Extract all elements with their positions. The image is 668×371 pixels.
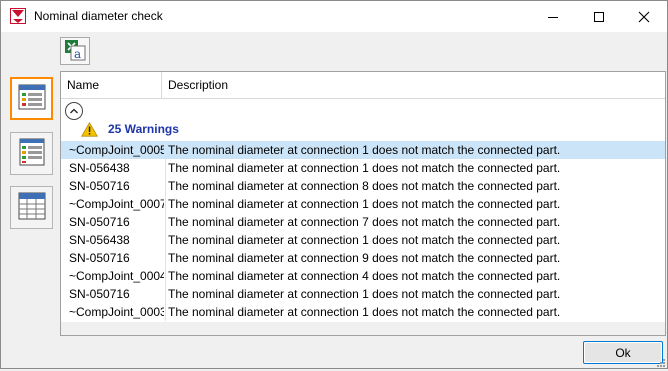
table-view-icon [17, 191, 47, 224]
svg-text:a: a [74, 47, 81, 61]
column-divider [165, 141, 166, 159]
column-header-name[interactable]: Name [61, 72, 161, 99]
dialog-window: Nominal diameter check a Name Descriptio… [0, 0, 668, 369]
row-name-cell: SN-050716 [69, 251, 130, 265]
list-view-icon [18, 138, 46, 169]
row-name-cell: SN-056438 [69, 161, 130, 175]
minimize-button[interactable] [530, 1, 576, 32]
warning-icon [81, 122, 98, 137]
table-row[interactable]: ~CompJoint_0007 The nominal diameter at c… [61, 195, 665, 213]
chevron-up-icon [69, 104, 79, 118]
window-title: Nominal diameter check [34, 9, 163, 23]
title-bar[interactable]: Nominal diameter check [1, 1, 667, 32]
excel-export-button[interactable]: a [60, 37, 90, 65]
column-divider [165, 231, 166, 249]
row-name-cell: ~CompJoint_0003 [69, 305, 164, 319]
maximize-icon [593, 11, 605, 23]
table-row[interactable]: SN-056438 The nominal diameter at connect… [61, 231, 665, 249]
table-row[interactable]: SN-056438 The nominal diameter at connect… [61, 159, 665, 177]
row-description-cell: The nominal diameter at connection 7 doe… [168, 215, 561, 229]
grid-header: Name Description [61, 72, 665, 99]
warnings-group-row[interactable]: 25 Warnings [61, 121, 665, 139]
tree-list-view-icon [18, 84, 46, 113]
column-header-description[interactable]: Description [161, 72, 665, 99]
close-icon [638, 11, 650, 23]
collapse-row [61, 101, 665, 121]
results-list: ~CompJoint_0005 The nominal diameter at c… [61, 141, 665, 321]
row-name-cell: SN-050716 [69, 287, 130, 301]
app-icon [10, 8, 26, 24]
horizontal-scrollbar[interactable] [61, 322, 665, 335]
table-row[interactable]: SN-050716 The nominal diameter at connect… [61, 285, 665, 303]
resize-grip-icon[interactable] [656, 357, 666, 367]
row-name-cell: ~CompJoint_0004 [69, 269, 164, 283]
column-divider [165, 159, 166, 177]
column-divider [165, 177, 166, 195]
row-description-cell: The nominal diameter at connection 9 doe… [168, 251, 561, 265]
table-row[interactable]: SN-050716 The nominal diameter at connect… [61, 249, 665, 267]
row-description-cell: The nominal diameter at connection 1 doe… [168, 287, 561, 301]
close-button[interactable] [621, 1, 667, 32]
table-row[interactable]: SN-050716 The nominal diameter at connect… [61, 213, 665, 231]
table-row[interactable]: ~CompJoint_0005 The nominal diameter at c… [61, 141, 665, 159]
table-row[interactable]: ~CompJoint_0003 The nominal diameter at c… [61, 303, 665, 321]
ok-button[interactable]: Ok [583, 341, 663, 364]
column-divider [165, 213, 166, 231]
results-panel: Name Description 25 Warnings ~CompJoint_… [60, 71, 666, 336]
column-divider [165, 249, 166, 267]
row-description-cell: The nominal diameter at connection 1 doe… [168, 305, 561, 319]
row-name-cell: ~CompJoint_0005 [69, 143, 164, 157]
column-divider [165, 303, 166, 321]
row-description-cell: The nominal diameter at connection 8 doe… [168, 179, 561, 193]
row-description-cell: The nominal diameter at connection 1 doe… [168, 197, 561, 211]
row-description-cell: The nominal diameter at connection 4 doe… [168, 269, 561, 283]
maximize-button[interactable] [576, 1, 622, 32]
excel-export-icon: a [64, 39, 86, 64]
list-view-button[interactable] [10, 132, 53, 175]
row-name-cell: SN-056438 [69, 233, 130, 247]
collapse-button[interactable] [65, 102, 83, 120]
row-name-cell: ~CompJoint_0007 [69, 197, 164, 211]
row-name-cell: SN-050716 [69, 215, 130, 229]
column-divider [165, 195, 166, 213]
row-name-cell: SN-050716 [69, 179, 130, 193]
column-divider [165, 285, 166, 303]
warnings-count-label: 25 Warnings [108, 122, 179, 136]
row-description-cell: The nominal diameter at connection 1 doe… [168, 233, 561, 247]
table-row[interactable]: SN-050716 The nominal diameter at connect… [61, 177, 665, 195]
tree-list-view-button[interactable] [10, 77, 53, 120]
minimize-icon [547, 11, 559, 23]
row-description-cell: The nominal diameter at connection 1 doe… [168, 143, 561, 157]
column-divider [165, 267, 166, 285]
table-view-button[interactable] [10, 186, 53, 229]
table-row[interactable]: ~CompJoint_0004 The nominal diameter at c… [61, 267, 665, 285]
row-description-cell: The nominal diameter at connection 1 doe… [168, 161, 561, 175]
